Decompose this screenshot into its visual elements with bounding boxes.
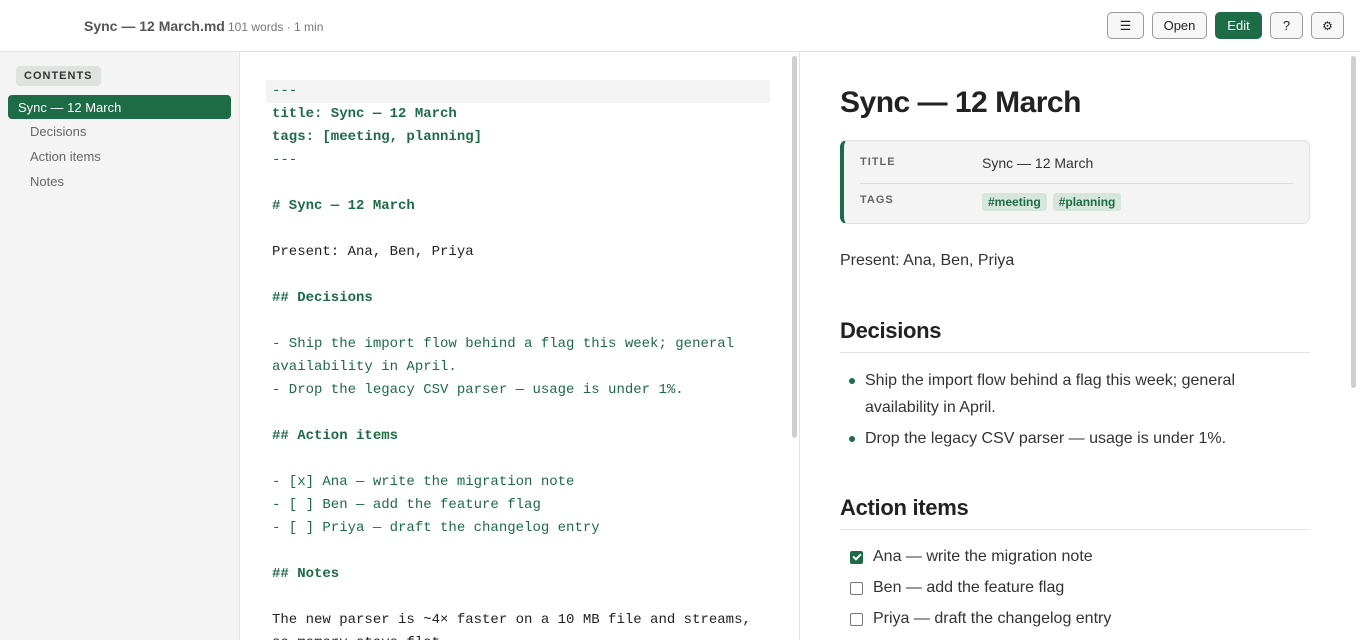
open-button[interactable]: Open bbox=[1152, 12, 1207, 39]
decision-text: Ship the import flow behind a flag this … bbox=[865, 372, 1235, 416]
bullet-icon bbox=[849, 378, 855, 384]
editor-line: ## Notes bbox=[272, 566, 340, 582]
editor-line: - [ ] Ben — add the feature flag bbox=[272, 497, 541, 513]
editor-line: The new parser is ~4× faster on a 10 MB … bbox=[272, 612, 751, 628]
file-name: Sync — 12 March.md bbox=[84, 18, 225, 34]
preview-scrollbar[interactable] bbox=[1351, 56, 1356, 388]
settings-button[interactable]: ⚙ bbox=[1311, 12, 1344, 39]
task-item[interactable]: Ana — write the migration note bbox=[850, 545, 1093, 569]
editor-line: # Sync — 12 March bbox=[272, 198, 415, 214]
menu-icon: ☰ bbox=[1119, 17, 1132, 33]
markdown-preview: Sync — 12 March TITLE Sync — 12 March TA… bbox=[800, 52, 1360, 640]
sidebar-item-sync[interactable]: Sync — 12 March bbox=[8, 95, 231, 119]
preview-title: Sync — 12 March bbox=[840, 86, 1081, 119]
checkbox-icon[interactable] bbox=[850, 612, 863, 626]
list-item: Drop the legacy CSV parser — usage is un… bbox=[840, 425, 1310, 452]
editor-line: ## Action items bbox=[272, 428, 399, 444]
task-item[interactable]: Ben — add the feature flag bbox=[850, 576, 1064, 600]
editor-line: - [ ] Priya — draft the changelog entry bbox=[272, 520, 600, 536]
decisions-heading: Decisions bbox=[840, 318, 942, 343]
editor-line: ## Decisions bbox=[272, 290, 373, 306]
markdown-editor[interactable]: --- title: Sync — 12 March tags: [meetin… bbox=[240, 52, 800, 640]
editor-line: tags: [meeting, planning] bbox=[272, 129, 483, 145]
gear-icon: ⚙ bbox=[1322, 18, 1333, 33]
checkbox-checked-icon[interactable] bbox=[850, 550, 863, 564]
divider bbox=[860, 183, 1293, 184]
help-button[interactable]: ? bbox=[1270, 12, 1303, 39]
editor-text[interactable]: --- title: Sync — 12 March tags: [meetin… bbox=[266, 80, 770, 640]
present-paragraph: Present: Ana, Ben, Priya bbox=[840, 252, 1015, 269]
sidebar: CONTENTS Sync — 12 March Decisions Actio… bbox=[0, 52, 240, 640]
editor-line: so memory stays flat. bbox=[272, 632, 770, 640]
editor-line: - Drop the legacy CSV parser — usage is … bbox=[272, 382, 684, 398]
frontmatter-tags-key: TAGS bbox=[860, 194, 894, 206]
editor-line: Present: Ana, Ben, Priya bbox=[272, 244, 474, 260]
top-bar: Sync — 12 March.md 101 words · 1 min ☰ O… bbox=[0, 0, 1360, 52]
bullet-icon bbox=[849, 436, 855, 442]
list-item: Ship the import flow behind a flag this … bbox=[840, 367, 1310, 421]
word-count: 101 words · 1 min bbox=[228, 20, 324, 34]
sidebar-item-notes[interactable]: Notes bbox=[8, 169, 231, 193]
editor-line: title: Sync — 12 March bbox=[272, 106, 457, 122]
editor-line: - [x] Ana — write the migration note bbox=[272, 474, 575, 490]
contents-heading: CONTENTS bbox=[16, 66, 101, 86]
sidebar-item-decisions[interactable]: Decisions bbox=[8, 119, 231, 143]
tag-planning[interactable]: #planning bbox=[1052, 193, 1122, 211]
editor-line: - Ship the import flow behind a flag thi… bbox=[272, 336, 735, 352]
task-item[interactable]: Priya — draft the changelog entry bbox=[850, 607, 1111, 631]
frontmatter-title-key: TITLE bbox=[860, 156, 896, 168]
editor-line: --- bbox=[272, 152, 298, 168]
action-items-heading: Action items bbox=[840, 495, 969, 520]
tag-meeting[interactable]: #meeting bbox=[982, 193, 1047, 211]
editor-scrollbar[interactable] bbox=[792, 56, 797, 438]
menu-button[interactable]: ☰ bbox=[1107, 12, 1144, 39]
decision-text: Drop the legacy CSV parser — usage is un… bbox=[865, 430, 1227, 447]
task-label: Priya — draft the changelog entry bbox=[873, 610, 1112, 627]
editor-line: --- bbox=[266, 80, 770, 103]
frontmatter-title-value: Sync — 12 March bbox=[982, 155, 1094, 171]
task-label: Ana — write the migration note bbox=[873, 548, 1093, 565]
frontmatter-tags: #meeting #planning bbox=[982, 193, 1127, 211]
task-label: Ben — add the feature flag bbox=[873, 579, 1065, 596]
checkbox-icon[interactable] bbox=[850, 581, 863, 595]
divider bbox=[840, 352, 1310, 353]
frontmatter-card: TITLE Sync — 12 March TAGS #meeting #plan… bbox=[840, 140, 1310, 224]
divider bbox=[840, 529, 1310, 530]
sidebar-item-action-items[interactable]: Action items bbox=[8, 144, 231, 168]
editor-line: availability in April. bbox=[272, 359, 457, 375]
edit-button[interactable]: Edit bbox=[1215, 12, 1262, 39]
